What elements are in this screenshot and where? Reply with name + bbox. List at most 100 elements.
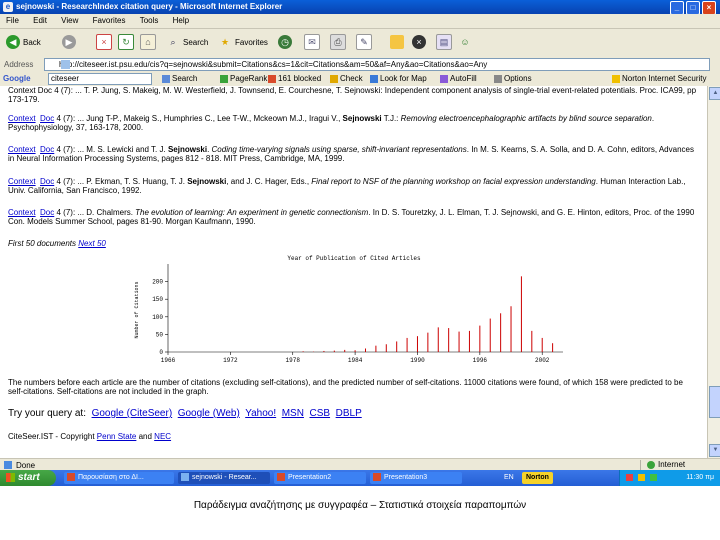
- menu-file[interactable]: File: [6, 16, 19, 25]
- close-button[interactable]: ×: [702, 1, 716, 15]
- chart-bars: [302, 276, 554, 352]
- security-zone: Internet: [640, 460, 720, 470]
- title-bar[interactable]: e sejnowski - ResearchIndex citation que…: [0, 0, 720, 15]
- menu-edit[interactable]: Edit: [33, 16, 47, 25]
- messenger-button[interactable]: ×: [412, 34, 426, 50]
- pagerank-indicator[interactable]: PageRank: [220, 74, 267, 83]
- home-button[interactable]: ⌂: [140, 34, 156, 50]
- doc-link[interactable]: Doc: [40, 177, 54, 186]
- menu-view[interactable]: View: [61, 16, 78, 25]
- query-link-google-web[interactable]: Google (Web): [178, 408, 240, 419]
- chart-y-tick-label: 200: [152, 279, 163, 286]
- norton-tray-label: Norton: [526, 474, 549, 481]
- check-icon: [330, 74, 338, 83]
- menu-tools[interactable]: Tools: [140, 16, 159, 25]
- vertical-scrollbar[interactable]: ▲ ▼: [707, 86, 720, 458]
- address-input[interactable]: http://citeseer.ist.psu.edu/cis?q=sejnow…: [44, 58, 710, 71]
- back-button[interactable]: ◀ Back: [6, 34, 41, 50]
- chart-y-tick-label: 0: [159, 349, 163, 356]
- globe-icon: [647, 460, 655, 469]
- history-icon: ◷: [278, 35, 292, 49]
- popup-blocker-button[interactable]: 161 blocked: [268, 74, 321, 83]
- address-bar: Address http://citeseer.ist.psu.edu/cis?…: [0, 56, 720, 73]
- start-button[interactable]: start: [0, 470, 56, 486]
- tray-volume-icon[interactable]: [649, 473, 657, 481]
- check-label: Check: [340, 74, 363, 83]
- result-author-highlight: Sejnowski: [167, 145, 208, 154]
- query-link-csb[interactable]: CSB: [310, 408, 331, 419]
- scroll-up-icon[interactable]: ▲: [709, 87, 720, 100]
- stop-icon: ×: [96, 34, 112, 50]
- favorites-button[interactable]: ★ Favorites: [218, 34, 268, 50]
- page-icon: [61, 60, 70, 69]
- window-title: sejnowski - ResearchIndex citation query…: [16, 2, 283, 11]
- page-content: Context Doc 4 (7): ... T. P. Jung, S. Ma…: [0, 86, 707, 458]
- edit-button[interactable]: ✎: [356, 34, 372, 50]
- favorites-label: Favorites: [235, 37, 268, 47]
- popup-blocked-icon: [268, 74, 276, 83]
- query-link-msn[interactable]: MSN: [282, 408, 304, 419]
- pagerank-icon: [220, 74, 228, 83]
- stop-button[interactable]: ×: [96, 34, 112, 50]
- taskbar-item[interactable]: Presentation3: [370, 472, 462, 484]
- menu-favorites[interactable]: Favorites: [93, 16, 126, 25]
- menu-bar: File Edit View Favorites Tools Help: [0, 14, 720, 29]
- google-search-button[interactable]: Search: [162, 74, 197, 83]
- context-link[interactable]: Context: [8, 208, 36, 217]
- history-button[interactable]: ◷: [278, 34, 292, 50]
- result-author-highlight: Sejnowski: [187, 177, 227, 186]
- folder-button[interactable]: [390, 34, 404, 50]
- folder-icon: [390, 35, 404, 49]
- query-link-yahoo[interactable]: Yahoo!: [245, 408, 276, 419]
- query-link-google-citeseer[interactable]: Google (CiteSeer): [92, 408, 173, 419]
- norton-toolbar-button[interactable]: Norton Internet Security: [612, 74, 706, 83]
- minimize-button[interactable]: _: [670, 1, 684, 15]
- taskbar-item[interactable]: Παρουσίαση στο ΔΙ...: [64, 472, 174, 484]
- result-item: Context Doc 4 (7): ... M. S. Lewicki and…: [8, 145, 698, 163]
- taskbar-item-active[interactable]: sejnowski - Resear...: [178, 472, 270, 484]
- spellcheck-button[interactable]: Check: [330, 74, 363, 83]
- system-tray: 11:30 πμ: [619, 470, 720, 486]
- google-search-label: Search: [172, 74, 198, 83]
- result-item: Context Doc 4 (7): ... P. Ekman, T. S. H…: [8, 177, 698, 195]
- result-authors: 4 (7): ... Jung T-P., Makeig S., Humphri…: [54, 114, 343, 123]
- penn-state-link[interactable]: Penn State: [97, 432, 137, 441]
- context-link[interactable]: Context: [8, 145, 36, 154]
- edit-icon: ✎: [356, 34, 372, 50]
- people-button[interactable]: ☺: [458, 34, 472, 50]
- menu-help[interactable]: Help: [173, 16, 189, 25]
- mail-button[interactable]: ✉: [304, 34, 320, 50]
- doc-link[interactable]: Doc: [40, 145, 54, 154]
- autofill-button[interactable]: AutoFill: [440, 74, 477, 83]
- norton-tray-button[interactable]: Norton: [522, 472, 553, 484]
- search-button[interactable]: ⌕ Search: [166, 34, 208, 50]
- media-button[interactable]: ▤: [436, 34, 452, 50]
- taskbar: start Παρουσίαση στο ΔΙ... sejnowski - R…: [0, 470, 720, 486]
- maximize-button[interactable]: □: [686, 1, 700, 15]
- map-button[interactable]: Look for Map: [370, 74, 427, 83]
- print-button[interactable]: ⎙: [330, 34, 346, 50]
- google-search-input[interactable]: citeseer: [48, 73, 152, 85]
- pagination: First 50 documents Next 50: [8, 239, 698, 248]
- taskbar-item[interactable]: Presentation2: [274, 472, 366, 484]
- map-icon: [370, 74, 378, 83]
- autofill-label: AutoFill: [450, 74, 477, 83]
- doc-link[interactable]: Doc: [40, 208, 54, 217]
- toolbar: ◀ Back ▶ × ↻ ⌂ ⌕ Search ★ Favorites ◷ ✉: [0, 29, 720, 57]
- tray-shield-icon[interactable]: [626, 473, 633, 481]
- forward-button[interactable]: ▶: [62, 34, 76, 50]
- scroll-thumb[interactable]: [709, 386, 720, 418]
- people-icon: ☺: [460, 37, 470, 47]
- query-link-dblp[interactable]: DBLP: [336, 408, 362, 419]
- context-link[interactable]: Context: [8, 177, 36, 186]
- options-button[interactable]: Options: [494, 74, 532, 83]
- slide-caption: Παράδειγμα αναζήτησης με συγγραφέα – Στα…: [193, 500, 527, 511]
- next-page-link[interactable]: Next 50: [78, 239, 106, 248]
- context-link[interactable]: Context: [8, 114, 36, 123]
- tray-network-icon[interactable]: [637, 473, 645, 481]
- scroll-down-icon[interactable]: ▼: [709, 444, 720, 457]
- refresh-button[interactable]: ↻: [118, 34, 134, 50]
- nec-link[interactable]: NEC: [154, 432, 171, 441]
- doc-link[interactable]: Doc: [40, 114, 54, 123]
- language-indicator[interactable]: EN: [504, 472, 514, 484]
